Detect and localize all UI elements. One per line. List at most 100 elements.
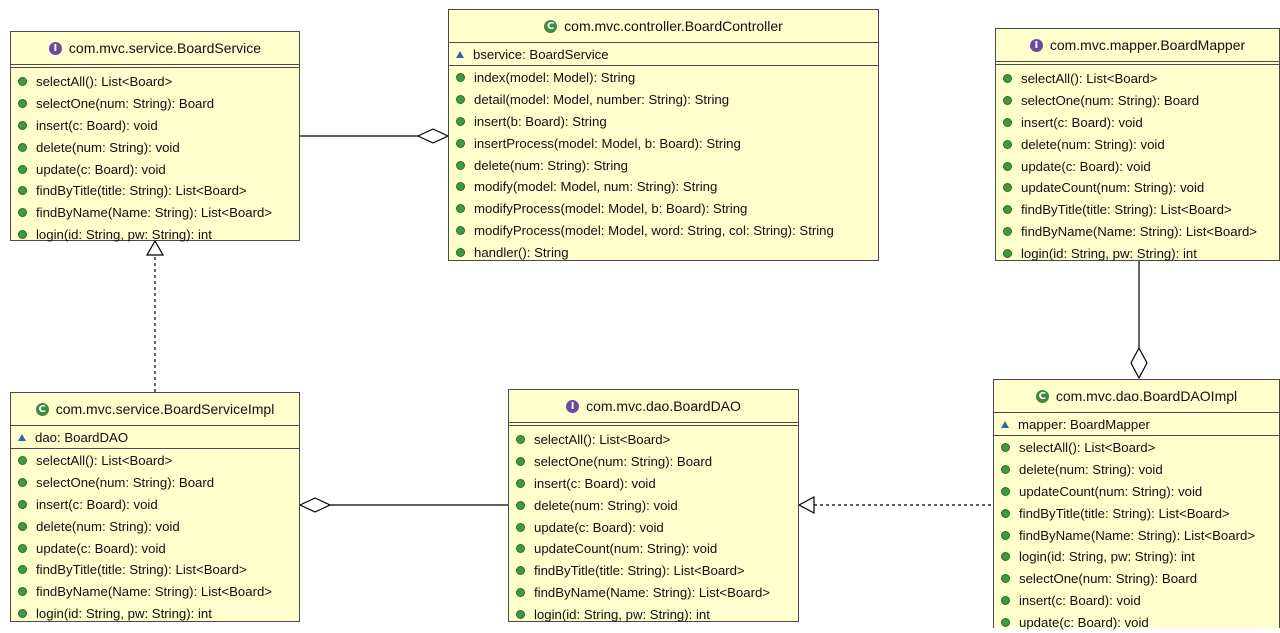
public-method-icon bbox=[18, 587, 27, 597]
field-row: dao: BoardDAO bbox=[11, 428, 299, 446]
public-method-icon bbox=[1003, 161, 1012, 171]
method-row: login(id: String, pw: String): int bbox=[994, 546, 1279, 568]
method-row: selectOne(num: String): Board bbox=[11, 472, 299, 494]
public-method-icon bbox=[1003, 205, 1012, 215]
method-row: selectOne(num: String): Board bbox=[996, 90, 1279, 112]
class-icon: C bbox=[544, 19, 558, 33]
public-method-icon bbox=[1001, 552, 1010, 562]
class-box-board-dao[interactable]: I com.mvc.dao.BoardDAO selectAll(): List… bbox=[508, 389, 799, 622]
public-method-icon bbox=[456, 116, 465, 126]
method-row: insert(b: Board): String bbox=[449, 111, 878, 133]
public-method-icon bbox=[456, 247, 465, 257]
method-row: modifyProcess(model: Model, b: Board): S… bbox=[449, 198, 878, 220]
public-method-icon bbox=[516, 500, 525, 510]
public-method-icon bbox=[456, 182, 465, 192]
method-row: selectAll(): List<Board> bbox=[996, 68, 1279, 90]
public-method-icon bbox=[1001, 508, 1010, 518]
method-row: selectOne(num: String): Board bbox=[994, 568, 1279, 590]
method-row: findByTitle(title: String): List<Board> bbox=[11, 180, 299, 202]
method-row: findByName(Name: String): List<Board> bbox=[509, 582, 798, 604]
class-title: com.mvc.dao.BoardDAOImpl bbox=[1055, 388, 1238, 404]
method-row: update(c: Board): void bbox=[509, 516, 798, 538]
public-method-icon bbox=[18, 142, 27, 152]
method-row: findByTitle(title: String): List<Board> bbox=[996, 199, 1279, 221]
method-row: index(model: Model): String bbox=[449, 67, 878, 89]
interface-icon: I bbox=[566, 399, 580, 413]
aggregation-controller-service-diamond bbox=[416, 128, 450, 144]
class-box-board-dao-impl[interactable]: C com.mvc.dao.BoardDAOImpl mapper: Board… bbox=[993, 379, 1280, 630]
public-method-icon bbox=[1001, 617, 1010, 627]
method-row: modifyProcess(model: Model, word: String… bbox=[449, 220, 878, 242]
public-method-icon bbox=[1003, 248, 1012, 258]
fields-compartment: mapper: BoardMapper bbox=[994, 413, 1279, 436]
method-row: delete(num: String): void bbox=[11, 136, 299, 158]
method-row: login(id: String, pw: String): int bbox=[11, 224, 299, 246]
public-method-icon bbox=[516, 544, 525, 554]
method-row: update(c: Board): void bbox=[11, 537, 299, 559]
public-method-icon bbox=[1003, 183, 1012, 193]
method-row: updateCount(num: String): void bbox=[509, 538, 798, 560]
public-method-icon bbox=[516, 478, 525, 488]
public-method-icon bbox=[18, 499, 27, 509]
package-field-icon bbox=[1001, 420, 1009, 428]
public-method-icon bbox=[18, 164, 27, 174]
public-method-icon bbox=[18, 456, 27, 466]
public-method-icon bbox=[456, 204, 465, 214]
methods-compartment: selectAll(): List<Board> delete(num: Str… bbox=[994, 436, 1279, 633]
method-row: selectAll(): List<Board> bbox=[509, 429, 798, 451]
method-row: updateCount(num: String): void bbox=[996, 177, 1279, 199]
public-method-icon bbox=[18, 229, 27, 239]
method-row: selectAll(): List<Board> bbox=[11, 71, 299, 93]
class-title: com.mvc.service.BoardServiceImpl bbox=[55, 401, 275, 417]
class-icon: C bbox=[1035, 389, 1049, 403]
public-method-icon bbox=[18, 99, 27, 109]
methods-compartment: index(model: Model): String detail(model… bbox=[449, 66, 878, 263]
class-header: C com.mvc.service.BoardServiceImpl bbox=[11, 393, 299, 426]
interface-icon: I bbox=[48, 41, 62, 55]
public-method-icon bbox=[1001, 486, 1010, 496]
method-row: delete(num: String): String bbox=[449, 154, 878, 176]
public-method-icon bbox=[1001, 530, 1010, 540]
public-method-icon bbox=[456, 138, 465, 148]
class-box-board-controller[interactable]: C com.mvc.controller.BoardController bse… bbox=[448, 9, 879, 261]
class-header: I com.mvc.dao.BoardDAO bbox=[509, 390, 798, 423]
class-header: I com.mvc.mapper.BoardMapper bbox=[996, 29, 1279, 62]
public-method-icon bbox=[1001, 595, 1010, 605]
method-row: update(c: Board): void bbox=[11, 158, 299, 180]
methods-compartment: selectAll(): List<Board> selectOne(num: … bbox=[996, 65, 1279, 264]
class-box-board-service-impl[interactable]: C com.mvc.service.BoardServiceImpl dao: … bbox=[10, 392, 300, 622]
method-row: findByTitle(title: String): List<Board> bbox=[509, 560, 798, 582]
public-method-icon bbox=[1001, 574, 1010, 584]
methods-compartment: selectAll(): List<Board> selectOne(num: … bbox=[11, 68, 299, 245]
class-header: I com.mvc.service.BoardService bbox=[11, 32, 299, 65]
method-row: updateCount(num: String): void bbox=[994, 481, 1279, 503]
class-header: C com.mvc.controller.BoardController bbox=[449, 10, 878, 43]
public-method-icon bbox=[516, 522, 525, 532]
method-row: delete(num: String): void bbox=[11, 515, 299, 537]
class-title: com.mvc.dao.BoardDAO bbox=[586, 398, 741, 414]
public-method-icon bbox=[456, 95, 465, 105]
public-method-icon bbox=[18, 120, 27, 130]
method-row: delete(num: String): void bbox=[996, 133, 1279, 155]
package-field-icon bbox=[18, 433, 26, 441]
public-method-icon bbox=[1003, 139, 1012, 149]
class-title: com.mvc.service.BoardService bbox=[68, 40, 262, 56]
class-box-board-mapper[interactable]: I com.mvc.mapper.BoardMapper selectAll()… bbox=[995, 28, 1280, 261]
public-method-icon bbox=[1003, 74, 1012, 84]
method-row: findByTitle(title: String): List<Board> bbox=[994, 502, 1279, 524]
public-method-icon bbox=[456, 73, 465, 83]
method-row: delete(num: String): void bbox=[994, 459, 1279, 481]
class-box-board-service[interactable]: I com.mvc.service.BoardService selectAll… bbox=[10, 31, 300, 242]
public-method-icon bbox=[1003, 117, 1012, 127]
field-row: mapper: BoardMapper bbox=[994, 415, 1279, 433]
public-method-icon bbox=[18, 186, 27, 196]
method-row: findByName(Name: String): List<Board> bbox=[11, 581, 299, 603]
fields-compartment: bservice: BoardService bbox=[449, 43, 878, 66]
class-title: com.mvc.controller.BoardController bbox=[564, 18, 783, 34]
public-method-icon bbox=[516, 457, 525, 467]
package-field-icon bbox=[456, 50, 464, 58]
method-row: insertProcess(model: Model, b: Board): S… bbox=[449, 132, 878, 154]
public-method-icon bbox=[1003, 226, 1012, 236]
method-row: findByName(Name: String): List<Board> bbox=[11, 202, 299, 224]
method-row: findByName(Name: String): List<Board> bbox=[996, 221, 1279, 243]
